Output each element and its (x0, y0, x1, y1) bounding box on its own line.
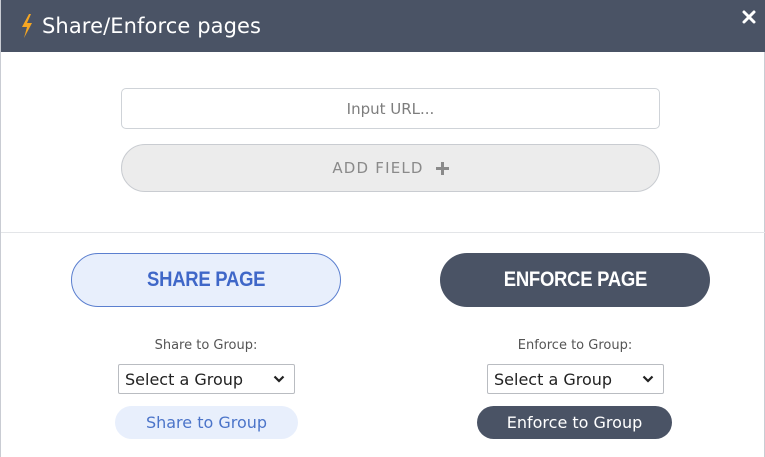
share-group-select-value: Select a Group (125, 369, 244, 389)
add-field-label: ADD FIELD (332, 159, 424, 177)
section-divider (1, 232, 765, 233)
url-input[interactable] (121, 88, 660, 129)
close-icon[interactable] (741, 9, 757, 25)
enforce-to-group-label: Enforce to Group: (517, 338, 633, 353)
share-page-button[interactable]: SHARE PAGE (71, 253, 341, 307)
share-group-select[interactable]: Select a Group (118, 364, 295, 394)
share-to-group-button-label: Share to Group (145, 413, 268, 432)
add-field-button[interactable]: ADD FIELD (121, 144, 660, 192)
enforce-group-select-value: Select a Group (494, 369, 613, 389)
enforce-to-group-button[interactable]: Enforce to Group (477, 406, 672, 439)
enforce-group-select[interactable]: Select a Group (487, 364, 664, 394)
chevron-down-icon (273, 375, 285, 383)
share-page-label: SHARE PAGE (146, 268, 266, 291)
dialog-title: Share/Enforce pages (42, 14, 262, 38)
enforce-to-group-button-label: Enforce to Group (506, 413, 643, 432)
dialog-header: Share/Enforce pages (1, 0, 765, 52)
share-enforce-dialog: Share/Enforce pages ADD FIELD SHARE PAGE… (0, 0, 765, 457)
enforce-page-label: ENFORCE PAGE (503, 268, 647, 291)
lightning-bolt-icon (22, 14, 32, 38)
share-to-group-label: Share to Group: (154, 338, 258, 353)
plus-icon (435, 161, 449, 175)
share-to-group-button[interactable]: Share to Group (115, 406, 298, 439)
enforce-page-button[interactable]: ENFORCE PAGE (440, 253, 710, 307)
chevron-down-icon (642, 375, 654, 383)
